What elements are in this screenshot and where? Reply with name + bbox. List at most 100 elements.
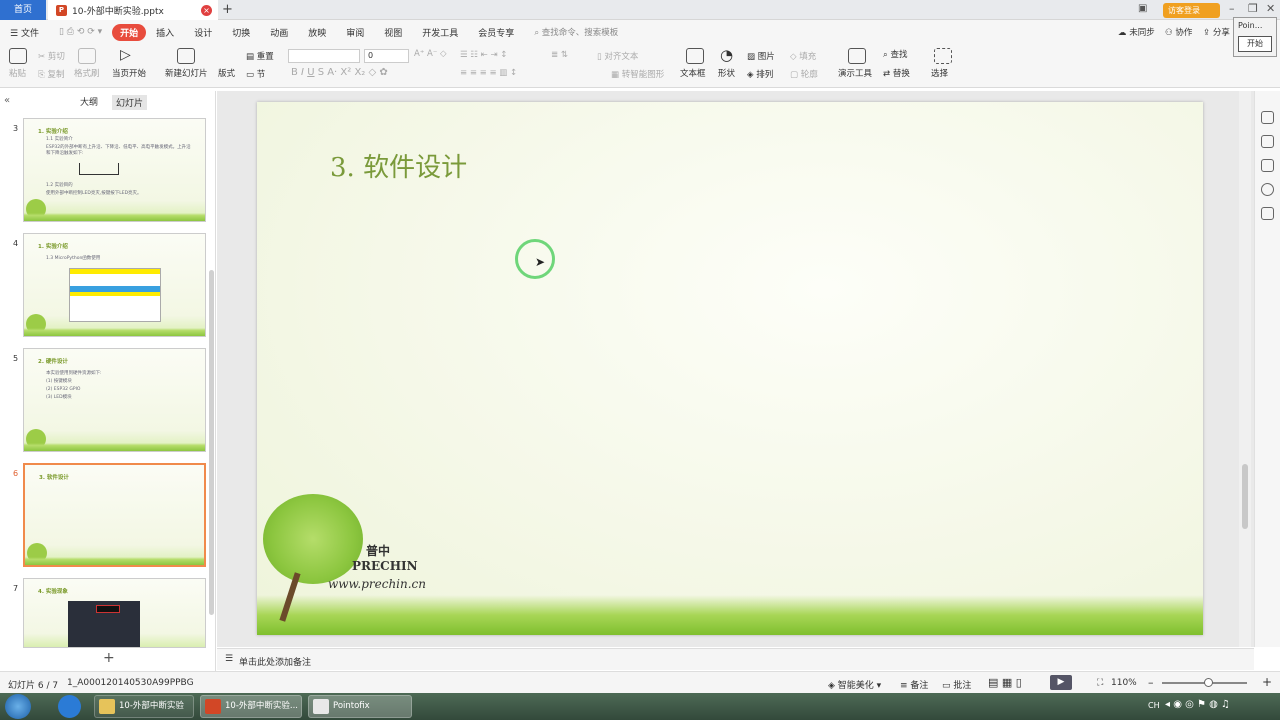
quick-access-icons[interactable]: ▯ ⎙ ⟲ ⟳ ▾ [49, 27, 112, 37]
smartart-button[interactable]: ▦ 转智能图形 [611, 68, 664, 80]
minimize-icon[interactable]: – [1229, 2, 1235, 15]
collab-button[interactable]: ⚇ 协作 [1165, 26, 1192, 38]
taskbar-item-pointofix[interactable]: Pointofix [308, 695, 412, 718]
play-slideshow-icon[interactable]: ▶ [1050, 675, 1072, 690]
pointofix-start-button[interactable]: 开始 [1238, 36, 1272, 52]
share-button[interactable]: ⇪ 分享 [1203, 26, 1230, 38]
command-search[interactable]: ⌕ 查找命令、搜索模板 [534, 26, 618, 38]
beautify-button[interactable]: ◈ 智能美化 ▾ [828, 678, 881, 691]
tab-outline[interactable]: 大纲 [80, 95, 98, 110]
collapse-panel-icon[interactable]: « [4, 95, 10, 106]
outline-button[interactable]: ▢ 轮廓 [790, 68, 818, 80]
new-slide-button[interactable]: 新建幻灯片 [165, 67, 208, 79]
font-name-combo[interactable] [288, 49, 360, 63]
zoom-slider-handle[interactable] [1204, 678, 1213, 687]
menu-item-start[interactable]: 开始 [112, 23, 147, 41]
image-edit-icon[interactable] [1261, 207, 1274, 220]
format-painter-button[interactable]: 格式刷 [74, 67, 100, 79]
book-icon[interactable]: ▣ [1138, 3, 1147, 14]
slide-thumbnail-7[interactable]: 4. 实验现象 [23, 578, 206, 648]
fit-window-icon[interactable]: ⛶ [1097, 678, 1103, 688]
copy-button[interactable]: ⎘ 复制 [38, 68, 65, 80]
font-size-adjust-icons[interactable]: A⁺ A⁻ ◇ [414, 49, 447, 59]
view-mode-icons[interactable]: ▤ ▦ ▯ [988, 676, 1022, 689]
select-button[interactable]: 选择 [931, 67, 948, 79]
scrollbar-thumb[interactable] [1242, 464, 1248, 529]
browser-icon[interactable] [58, 695, 81, 718]
new-slide-icon[interactable] [177, 48, 195, 64]
slide-thumbnail-6[interactable]: 3. 软件设计 [23, 463, 206, 567]
thumbnail-scrollbar[interactable] [209, 270, 214, 615]
ime-indicator[interactable]: CH [1148, 701, 1160, 710]
comment-button[interactable]: ▭ 批注 [942, 678, 971, 691]
play-from-current-button[interactable]: 当页开始 [112, 67, 146, 79]
font-size-combo[interactable]: 0 [364, 49, 409, 63]
cut-button[interactable]: ✂ 剪切 [38, 50, 65, 62]
menu-item-slideshow[interactable]: 放映 [298, 26, 336, 39]
direction-icons[interactable]: ≣ ⇅ [551, 50, 568, 60]
shape-button[interactable]: 形状 [718, 67, 735, 79]
select-icon[interactable] [934, 48, 952, 64]
fill-button[interactable]: ◇ 填充 [790, 50, 816, 62]
canvas-scrollbar[interactable] [1239, 91, 1251, 647]
home-tab[interactable]: 首页 [0, 0, 46, 20]
menu-item-review[interactable]: 审阅 [336, 26, 374, 39]
close-tab-icon[interactable]: × [201, 4, 212, 16]
slide-title[interactable]: 3. 软件设计 [330, 147, 467, 184]
menu-item-member[interactable]: 会员专享 [468, 26, 524, 39]
close-window-icon[interactable]: ✕ [1266, 2, 1275, 15]
start-button[interactable] [5, 694, 31, 719]
zoom-out-icon[interactable]: – [1148, 676, 1154, 689]
section-button[interactable]: ▭ 节 [246, 68, 265, 80]
zoom-in-icon[interactable]: + [1262, 675, 1272, 689]
notes-toggle-button[interactable]: ≡ 备注 [900, 678, 928, 691]
arrange-button[interactable]: ◈ 排列 [747, 68, 773, 80]
menu-item-design[interactable]: 设计 [184, 26, 222, 39]
menu-item-transition[interactable]: 切换 [222, 26, 260, 39]
pin-icon[interactable] [1261, 135, 1274, 148]
slide-thumbnail-4[interactable]: 1. 实验介绍 1.3 MicroPython函数使用 [23, 233, 206, 337]
notes-bar[interactable]: ☰ 单击此处添加备注 [217, 648, 1254, 670]
menu-item-view[interactable]: 视图 [374, 26, 412, 39]
tab-slides[interactable]: 幻灯片 [112, 95, 148, 110]
paste-icon[interactable] [9, 48, 27, 64]
picture-button[interactable]: ▨ 图片 [747, 50, 775, 62]
slide-thumbnail-5[interactable]: 2. 硬件设计 本实验使用到硬件资源如下: (1) 按键模块 (2) ESP32… [23, 348, 206, 452]
taskbar-item-wps[interactable]: 10-外部中断实验... [200, 695, 302, 718]
shape-icon[interactable]: ◔ [720, 46, 733, 64]
textbox-icon[interactable] [686, 48, 704, 64]
presenter-tools-button[interactable]: 演示工具 [838, 67, 872, 79]
format-painter-icon[interactable] [78, 48, 96, 64]
tray-icons[interactable]: ◂ ◉ ◎ ⚑ ◍ ♫ [1165, 699, 1230, 710]
zoom-slider[interactable] [1162, 678, 1247, 687]
sync-status[interactable]: ☁ 未同步 [1118, 26, 1155, 38]
list-icons[interactable]: ☰ ☷ ⇤ ⇥ ↕ [460, 50, 507, 60]
align-text-button[interactable]: ▯ 对齐文本 [597, 50, 638, 62]
presenter-tools-icon[interactable] [848, 48, 866, 64]
visitor-login-button[interactable]: 访客登录 [1163, 3, 1220, 18]
textbox-button[interactable]: 文本框 [680, 67, 706, 79]
slide-thumbnail-3[interactable]: 1. 实验介绍 1.1 实验简介 ESP32的外部中断有上升沿、下降沿、低电平、… [23, 118, 206, 222]
align-icons[interactable]: ≡ ≡ ≡ ≡ ▥ ↕ [460, 68, 517, 78]
copy-icon[interactable] [1261, 159, 1274, 172]
zoom-level[interactable]: 110% [1111, 678, 1137, 688]
help-icon[interactable] [1261, 183, 1274, 196]
file-menu[interactable]: ☰ 文件 [0, 26, 49, 39]
paste-button[interactable]: 粘贴 [9, 67, 26, 79]
menu-item-animation[interactable]: 动画 [260, 26, 298, 39]
notes-placeholder[interactable]: 单击此处添加备注 [239, 655, 311, 668]
find-button[interactable]: ⌕ 查找 [883, 48, 907, 60]
play-icon[interactable]: ▷ [120, 47, 131, 63]
restore-icon[interactable]: ❐ [1248, 2, 1258, 15]
replace-button[interactable]: ⇄ 替换 [883, 67, 910, 79]
taskbar-item-folder[interactable]: 10-外部中断实验 [94, 695, 194, 718]
menu-item-insert[interactable]: 插入 [146, 26, 184, 39]
new-tab-icon[interactable]: + [222, 2, 233, 17]
settings-sliders-icon[interactable] [1261, 111, 1274, 124]
document-tab[interactable]: P 10-外部中断实验.pptx × [48, 0, 218, 20]
font-style-icons[interactable]: B I U S A· X² X₂ ◇ ✿ [291, 67, 388, 78]
add-slide-icon[interactable]: + [103, 650, 115, 666]
reset-button[interactable]: ▤ 重置 [246, 50, 274, 62]
layout-button[interactable]: 版式 [218, 67, 235, 79]
menu-item-developer[interactable]: 开发工具 [412, 26, 468, 39]
